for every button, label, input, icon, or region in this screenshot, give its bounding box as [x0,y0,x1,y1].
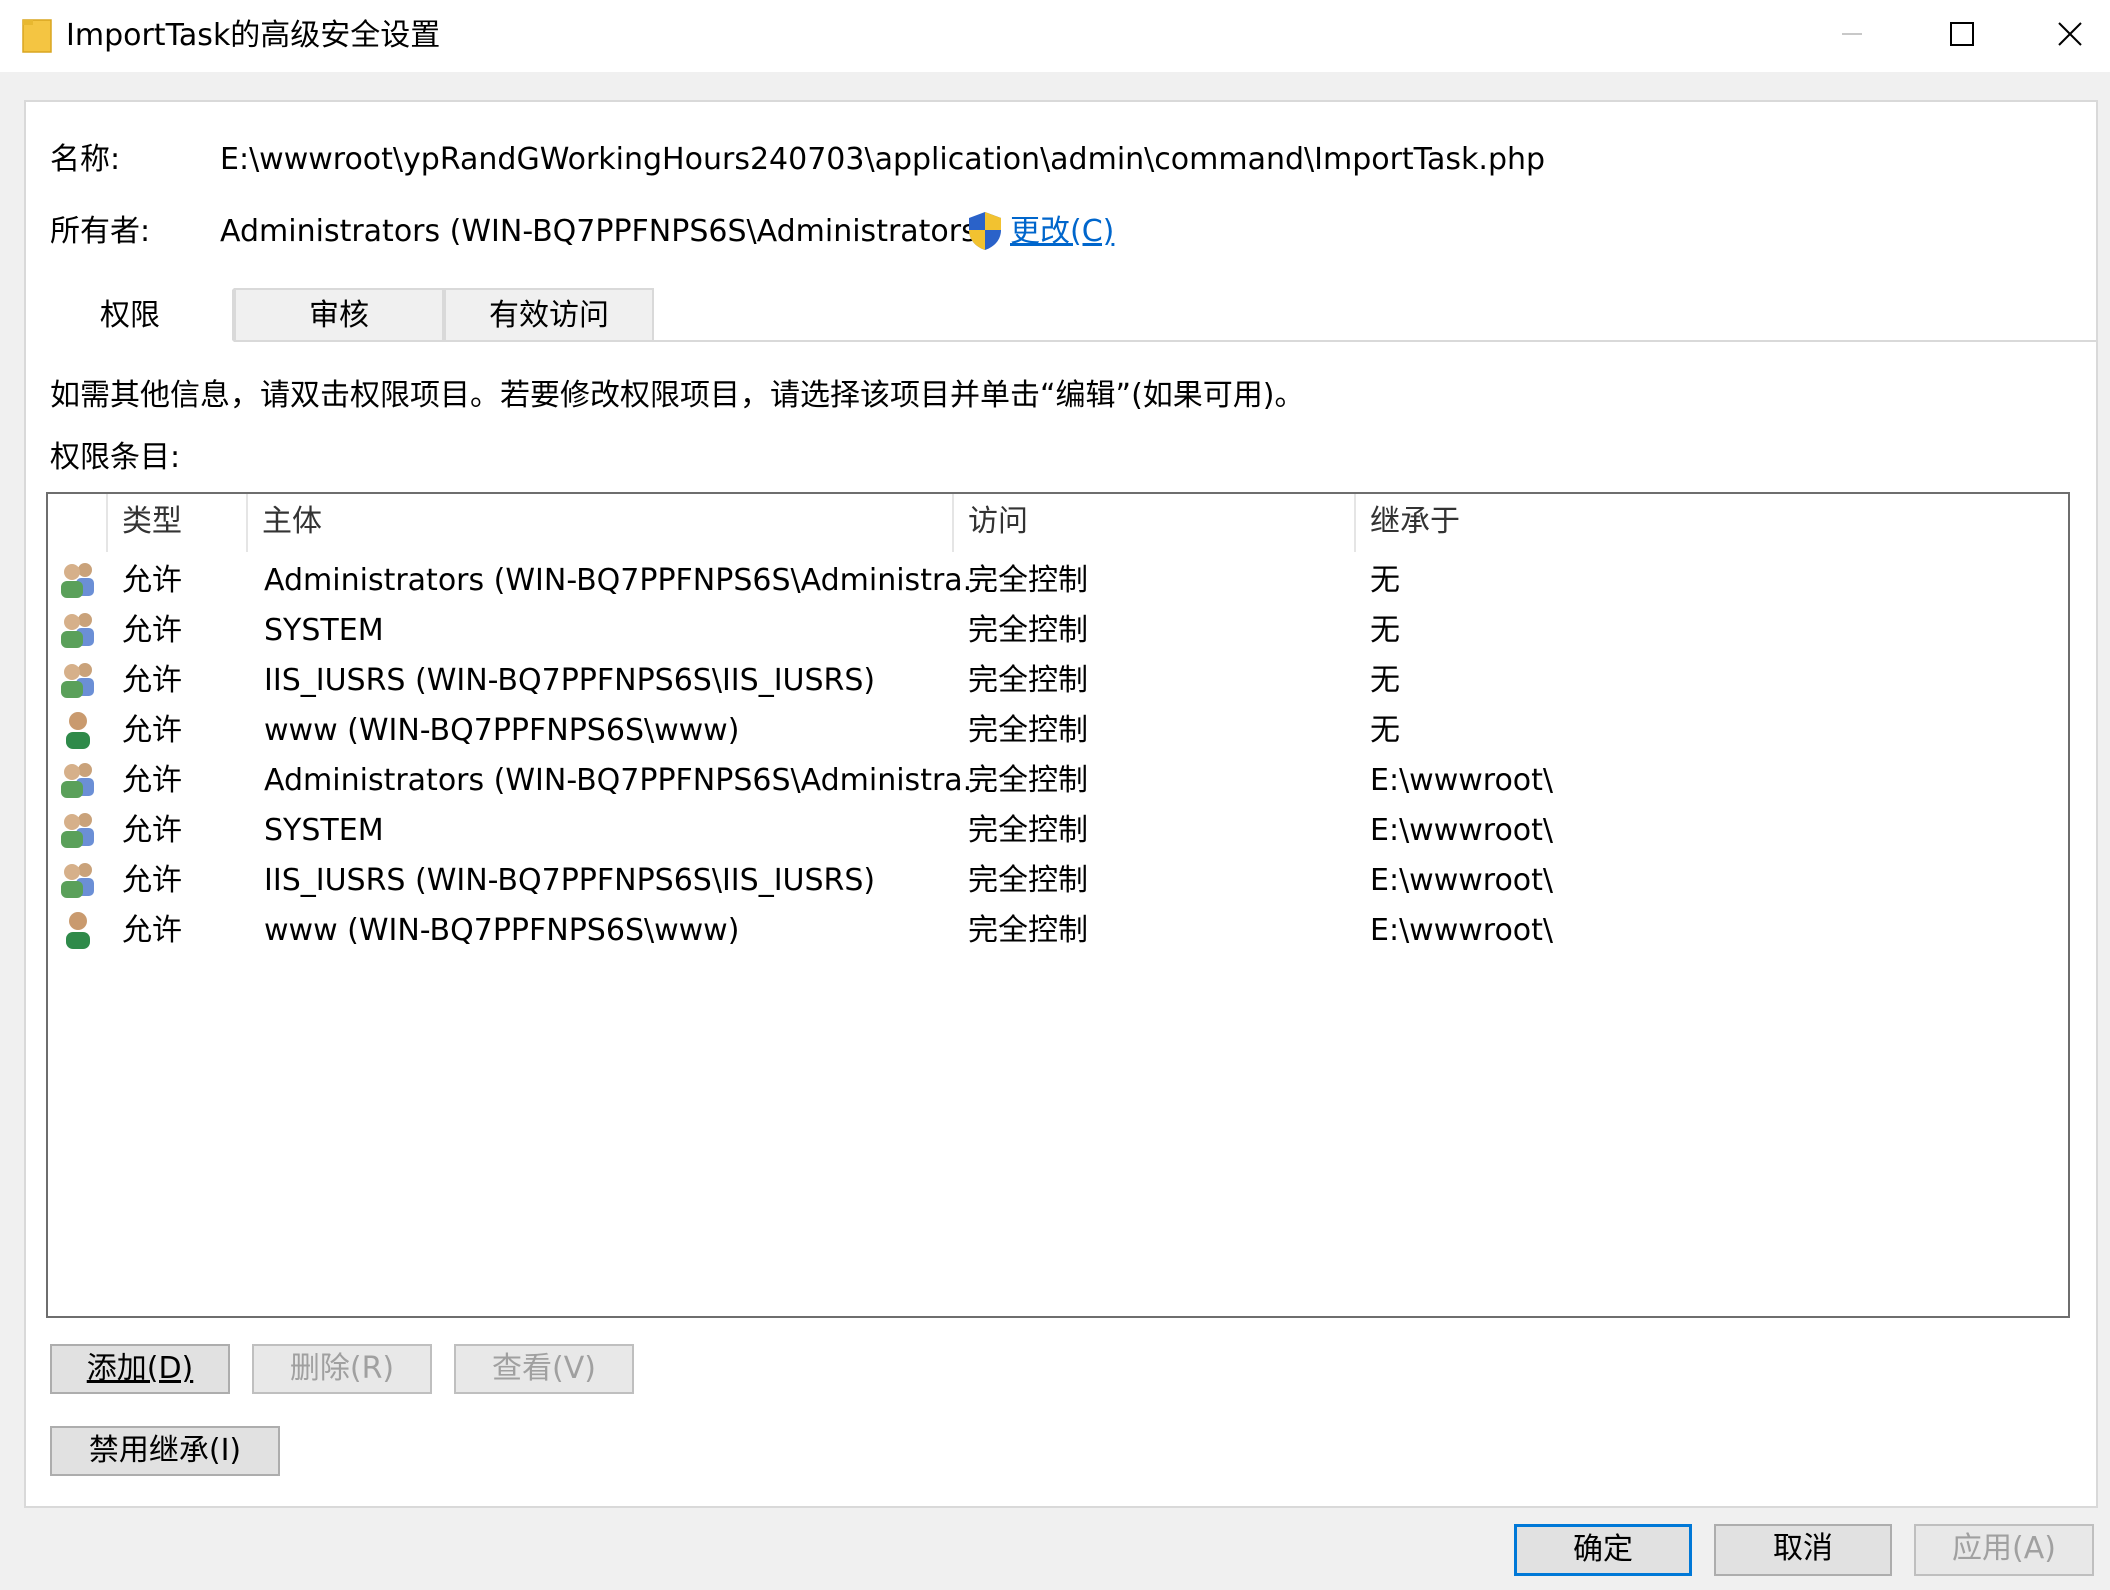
cell-inherited: E:\wwwroot\ [1370,763,1554,798]
disable-inheritance-label: 禁用继承(I) [88,1433,242,1468]
cell-inherited: E:\wwwroot\ [1370,913,1554,948]
cell-principal: IIS_IUSRS (WIN-BQ7PPFNPS6S\IIS_IUSRS) [264,663,876,698]
cell-principal: IIS_IUSRS (WIN-BQ7PPFNPS6S\IIS_IUSRS) [264,863,876,898]
cell-access: 完全控制 [968,563,1088,598]
owner-label: 所有者: [50,214,151,249]
cell-inherited: E:\wwwroot\ [1370,863,1554,898]
remove-button-label: 删除(R) [289,1351,395,1386]
cell-principal: Administrators (WIN-BQ7PPFNPS6S\Administ… [264,763,992,798]
cell-access: 完全控制 [968,863,1088,898]
close-button[interactable] [2018,0,2110,72]
maximize-icon [1949,21,1975,51]
cell-inherited: 无 [1370,613,1400,648]
view-button-label: 查看(V) [492,1351,596,1386]
column-separator [1354,494,1356,552]
folder-icon [22,16,52,54]
cell-principal: Administrators (WIN-BQ7PPFNPS6S\Administ… [264,563,992,598]
group-icon [58,810,98,850]
cell-inherited: 无 [1370,663,1400,698]
ok-button[interactable]: 确定 [1514,1524,1692,1576]
remove-button: 删除(R) [252,1344,432,1394]
apply-button-label: 应用(A) [1952,1531,2056,1566]
cell-principal: SYSTEM [264,613,384,648]
info-text: 如需其他信息，请双击权限项目。若要修改权限项目，请选择该项目并单击“编辑”(如果… [50,378,1305,413]
minimize-button[interactable] [1800,0,1904,72]
view-button: 查看(V) [454,1344,634,1394]
cell-type: 允许 [122,663,182,698]
group-icon [58,610,98,650]
disable-inheritance-button[interactable]: 禁用继承(I) [50,1426,280,1476]
cell-access: 完全控制 [968,813,1088,848]
cell-access: 完全控制 [968,713,1088,748]
maximize-button[interactable] [1910,0,2014,72]
group-icon [58,560,98,600]
cell-principal: www (WIN-BQ7PPFNPS6S\www) [264,913,740,948]
owner-value: Administrators (WIN-BQ7PPFNPS6S\Administ… [220,214,989,249]
group-icon [58,860,98,900]
apply-button: 应用(A) [1914,1524,2094,1576]
column-header-type[interactable]: 类型 [122,502,182,542]
cell-principal: SYSTEM [264,813,384,848]
cell-inherited: E:\wwwroot\ [1370,813,1554,848]
cell-type: 允许 [122,763,182,798]
cell-type: 允许 [122,613,182,648]
cell-inherited: 无 [1370,563,1400,598]
tab-effective-access[interactable]: 有效访问 [444,288,654,342]
minimize-icon [1840,22,1864,50]
add-button[interactable]: 添加(D) [50,1344,230,1394]
cancel-button[interactable]: 取消 [1714,1524,1892,1576]
group-icon [58,660,98,700]
window-title: ImportTask的高级安全设置 [66,18,441,53]
ok-button-label: 确定 [1573,1532,1633,1567]
tab-permissions[interactable]: 权限 [26,288,234,342]
cell-access: 完全控制 [968,913,1088,948]
change-owner-link[interactable]: 更改(C) [1010,212,1114,252]
add-button-label: 添加(D) [86,1351,194,1386]
cell-type: 允许 [122,913,182,948]
cell-principal: www (WIN-BQ7PPFNPS6S\www) [264,713,740,748]
cell-type: 允许 [122,563,182,598]
close-icon [2057,21,2083,51]
name-label: 名称: [50,142,121,177]
column-header-principal[interactable]: 主体 [262,502,322,542]
cell-type: 允许 [122,813,182,848]
cell-type: 允许 [122,713,182,748]
column-separator [246,494,248,552]
cell-type: 允许 [122,863,182,898]
column-header-inherited[interactable]: 继承于 [1370,502,1460,542]
name-value: E:\wwwroot\ypRandGWorkingHours240703\app… [220,142,1546,177]
group-icon [58,760,98,800]
column-separator [952,494,954,552]
uac-shield-icon [966,210,1004,252]
tab-auditing[interactable]: 审核 [234,288,444,342]
cancel-button-label: 取消 [1773,1531,1833,1566]
cell-access: 完全控制 [968,663,1088,698]
column-separator [106,494,108,552]
permission-entries-label: 权限条目: [50,440,181,475]
cell-access: 完全控制 [968,613,1088,648]
user-icon [58,710,98,750]
user-icon [58,910,98,950]
cell-inherited: 无 [1370,713,1400,748]
cell-access: 完全控制 [968,763,1088,798]
column-header-access[interactable]: 访问 [968,502,1028,542]
